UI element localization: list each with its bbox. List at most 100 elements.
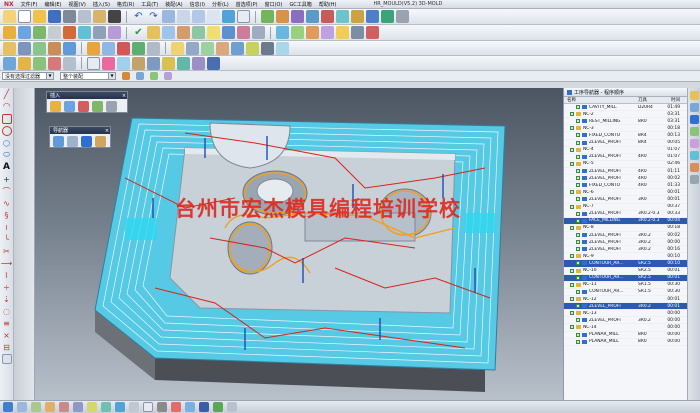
- spline-tool-icon[interactable]: ≀: [2, 222, 12, 232]
- edge-display-icon[interactable]: [129, 402, 139, 412]
- extrude-icon[interactable]: [18, 26, 31, 39]
- section-icon[interactable]: [321, 10, 334, 23]
- delete-icon[interactable]: [108, 10, 121, 23]
- snap-mid-icon[interactable]: [150, 72, 158, 80]
- create-tool-icon[interactable]: [18, 41, 31, 55]
- column-name[interactable]: 名称: [564, 97, 638, 103]
- navigator-palette[interactable]: 导航器 ×: [49, 126, 111, 148]
- layer-icon[interactable]: [261, 10, 274, 23]
- orient-icon[interactable]: [306, 10, 319, 23]
- operation-row[interactable]: ZLEVEL_PROFI 8R4 00:05: [564, 140, 687, 147]
- polygon-icon[interactable]: ⬡: [2, 138, 12, 148]
- grid-icon[interactable]: [1, 354, 12, 364]
- move-icon[interactable]: [147, 56, 160, 70]
- trim-curve-icon[interactable]: ✂: [2, 246, 12, 256]
- hide-icon[interactable]: [143, 402, 153, 412]
- machine-tool-navigator-icon[interactable]: [689, 127, 699, 136]
- operation-row[interactable]: ZLEVEL_PROFI 4R0 00:02: [564, 175, 687, 183]
- snap-center-icon[interactable]: [164, 72, 172, 80]
- operation-row[interactable]: CONTOUR_AR... SR2.5 00:10: [564, 260, 687, 268]
- menu-help[interactable]: 帮助(H): [319, 1, 337, 8]
- invert-icon[interactable]: [157, 402, 167, 412]
- blank-icon[interactable]: [276, 41, 289, 55]
- work-layer-icon[interactable]: [101, 402, 111, 412]
- snap-icon[interactable]: [276, 10, 289, 23]
- program-group-row[interactable]: NC-4 01:07: [564, 147, 687, 154]
- start-icon[interactable]: [3, 10, 16, 23]
- ime-icon[interactable]: [199, 402, 209, 412]
- layer-settings-icon[interactable]: [87, 402, 97, 412]
- program-view-icon[interactable]: [171, 41, 184, 55]
- insert-palette-header[interactable]: 插入 ×: [47, 92, 127, 99]
- view-top-icon[interactable]: [31, 402, 41, 412]
- fit-view-icon[interactable]: [162, 10, 175, 23]
- geometry-view-icon[interactable]: [201, 41, 214, 55]
- screenshot-icon[interactable]: [185, 402, 195, 412]
- close-icon[interactable]: ×: [104, 128, 110, 134]
- divide-curve-icon[interactable]: ÷: [2, 282, 12, 292]
- wrap-curve-icon[interactable]: ◌: [2, 306, 12, 316]
- show-hide-icon[interactable]: [87, 56, 100, 70]
- offset-curve-icon[interactable]: ⌒: [2, 186, 12, 196]
- column-time[interactable]: 时间: [662, 97, 682, 103]
- insert-palette[interactable]: 插入 ×: [46, 91, 128, 113]
- operation-row[interactable]: CONTOUR_AR... SR1.5 00:30: [564, 289, 687, 296]
- pan-icon[interactable]: [207, 10, 220, 23]
- program-group-row[interactable]: NC-7 00:37: [564, 204, 687, 211]
- mold-icon[interactable]: [366, 10, 379, 23]
- menu-format[interactable]: 格式(R): [117, 1, 134, 8]
- assembly-navigator-icon[interactable]: [689, 91, 699, 100]
- system-materials-icon[interactable]: [689, 175, 699, 184]
- history-icon[interactable]: [689, 139, 699, 148]
- operation-row[interactable]: ZLEVEL_PROFI 3R0 00:01: [564, 196, 687, 204]
- open-file-icon[interactable]: [33, 10, 46, 23]
- snap-point-icon[interactable]: [122, 72, 130, 80]
- operation-row[interactable]: ZLEVEL_PROFI 3R0.2 00:01: [564, 303, 687, 311]
- operation-row[interactable]: ZLEVEL_PROFI 3R0.2 00:00: [564, 239, 687, 247]
- copy-icon[interactable]: [78, 10, 91, 23]
- join-curve-icon[interactable]: ⌇: [2, 270, 12, 280]
- program-group-row[interactable]: NC-2 03:31: [564, 111, 687, 119]
- shell-icon[interactable]: [108, 26, 121, 39]
- type-filter-dropdown[interactable]: 没有选择过滤器 ▼: [2, 72, 54, 80]
- extend-curve-icon[interactable]: ⟶: [1, 258, 12, 268]
- cutter-icon[interactable]: [261, 41, 274, 55]
- menu-tools[interactable]: 工具(T): [141, 1, 158, 8]
- point-icon[interactable]: [351, 26, 364, 39]
- view-iso-icon[interactable]: [59, 402, 69, 412]
- program-group-row[interactable]: NC-9 00:10: [564, 253, 687, 261]
- view-right-icon[interactable]: [45, 402, 55, 412]
- trim-icon[interactable]: [147, 26, 160, 39]
- circle-icon[interactable]: [1, 126, 12, 136]
- operation-row[interactable]: ZLEVEL_PROFI 3R0.2 00:00: [564, 317, 687, 325]
- redo-icon[interactable]: ↷: [147, 10, 160, 23]
- save-icon[interactable]: [48, 10, 61, 23]
- insert-curve-icon[interactable]: [78, 101, 89, 112]
- view-front-icon[interactable]: [17, 402, 27, 412]
- model-view[interactable]: [35, 88, 565, 400]
- intersect-icon[interactable]: [321, 26, 334, 39]
- clip-icon[interactable]: [171, 402, 181, 412]
- speed-icon[interactable]: [246, 41, 259, 55]
- menu-insert[interactable]: 插入(S): [93, 1, 110, 8]
- ellipse-icon[interactable]: ⬭: [2, 150, 12, 160]
- point-tool-icon[interactable]: +: [2, 174, 12, 184]
- part-navigator-icon[interactable]: [689, 103, 699, 112]
- create-method-icon[interactable]: [48, 41, 61, 55]
- intersect-curve-icon[interactable]: ⨯: [2, 330, 12, 340]
- graphics-viewport[interactable]: 台州市宏杰模具编程培训学校 插入 × 导航器 ×: [35, 88, 565, 400]
- program-group-row[interactable]: NC-14 00:00: [564, 324, 687, 332]
- group-icon[interactable]: [132, 56, 145, 70]
- offset-icon[interactable]: [162, 26, 175, 39]
- electrode-icon[interactable]: [381, 10, 394, 23]
- operation-row[interactable]: ZLEVEL_PROFI 3R0.2 00:02: [564, 232, 687, 240]
- operation-row[interactable]: PLANAR_MILL 8R0 00:00: [564, 339, 687, 346]
- menu-view[interactable]: 视图(V): [69, 1, 86, 8]
- operation-row[interactable]: ZLEVEL_PROFI 4R0 01:11: [564, 168, 687, 176]
- iso-curve-icon[interactable]: ≡: [2, 318, 12, 328]
- menu-preferences[interactable]: 首选项(P): [236, 1, 258, 8]
- operation-row[interactable]: REST_MILLING 8R0 03:31: [564, 118, 687, 126]
- create-program-icon[interactable]: [3, 41, 16, 55]
- project-curve-icon[interactable]: ⇣: [2, 294, 12, 304]
- undo-icon[interactable]: ↶: [132, 10, 145, 23]
